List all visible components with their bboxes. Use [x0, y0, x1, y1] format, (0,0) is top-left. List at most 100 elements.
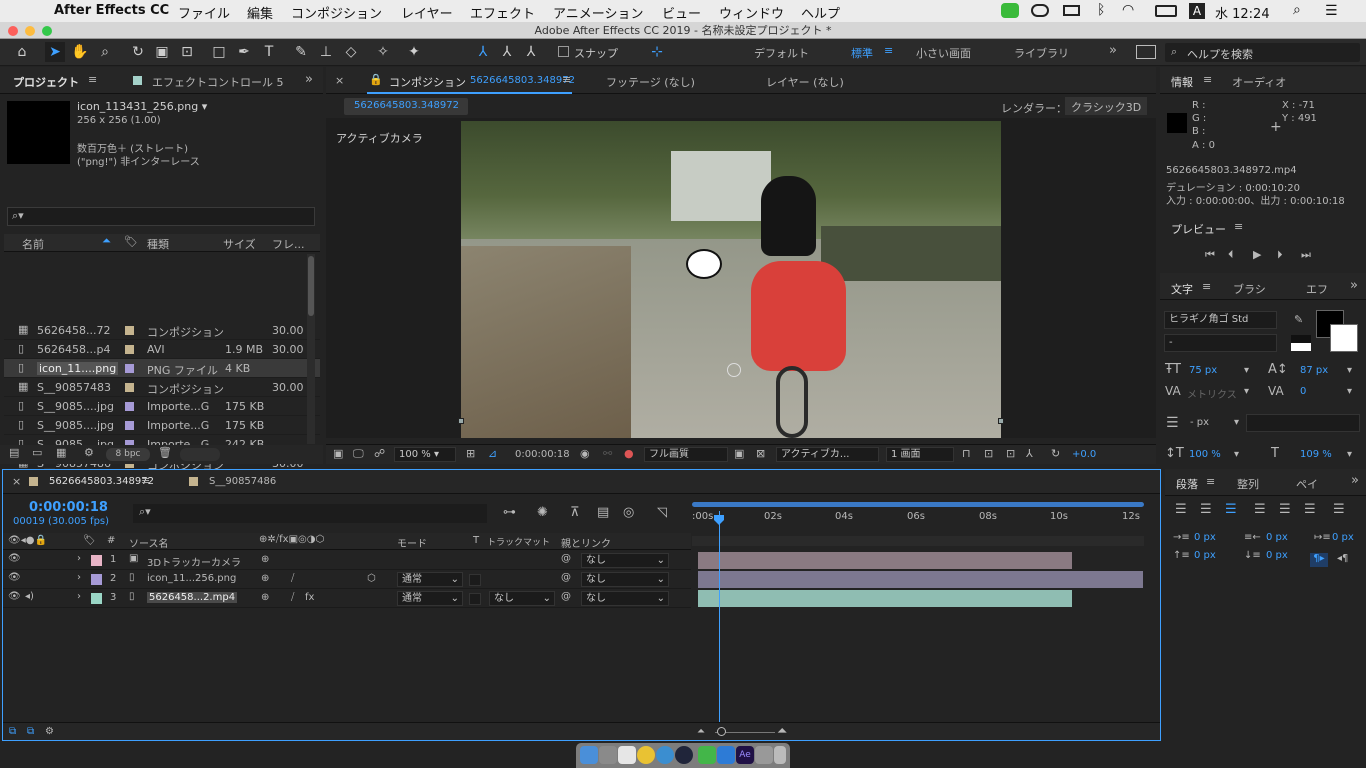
timeline-search-input[interactable]: ⌕▾	[133, 504, 487, 523]
composition-panel-menu-icon[interactable]: ≡	[562, 73, 571, 86]
close-tab-icon[interactable]: ×	[335, 74, 344, 87]
project-item-row[interactable]: ▯ S__9085....jpg Importe...G 175 KB	[4, 416, 320, 435]
parent-dropdown[interactable]: なし ⌄	[581, 553, 669, 568]
zoom-slider-thumb[interactable]	[717, 727, 726, 736]
expand-arrow-icon[interactable]: ›	[77, 591, 81, 602]
line-app-icon[interactable]	[698, 746, 716, 764]
renderer-button[interactable]: クラシック3D	[1065, 97, 1147, 115]
character-panel-menu-icon[interactable]: ≡	[1202, 280, 1211, 293]
transparency-grid-icon[interactable]: ⊠	[756, 447, 765, 460]
camera-view-dropdown[interactable]: アクティブカ...	[776, 447, 879, 462]
tab-align[interactable]: 整列	[1237, 476, 1259, 492]
line-icon[interactable]	[1001, 3, 1019, 18]
vertical-scale-dropdown-icon[interactable]: ▾	[1234, 449, 1239, 460]
sort-ascending-icon[interactable]: ⏶	[102, 234, 111, 248]
eye-icon[interactable]: 👁	[8, 553, 21, 564]
expand-arrow-icon[interactable]: ›	[77, 553, 81, 564]
parent-dropdown[interactable]: なし ⌄	[581, 572, 669, 587]
camera-tool-icon[interactable]: ▣	[152, 42, 172, 62]
anchor-point-icon[interactable]	[727, 363, 741, 377]
rotate-tool-icon[interactable]: ↻	[128, 42, 148, 62]
handle-left[interactable]	[458, 418, 464, 424]
trash-dock-icon[interactable]	[774, 746, 786, 764]
col-parent-link[interactable]: 親とリンク	[561, 535, 611, 550]
mask-view-icon[interactable]: ☍	[374, 447, 385, 460]
resolution-dropdown[interactable]: フル画質	[644, 447, 728, 462]
project-item-row[interactable]: ▯ icon_11....png PNG ファイル 4 KB	[4, 359, 320, 378]
last-frame-icon[interactable]: ⏭	[1301, 248, 1311, 262]
stroke-width-value[interactable]: - px	[1190, 417, 1209, 428]
align-right-icon[interactable]: ☰	[1225, 502, 1237, 517]
timeline-panel-menu-icon[interactable]: ≡	[141, 474, 150, 487]
home-icon[interactable]: ⌂	[12, 42, 32, 62]
tab-composition-name[interactable]: 5626645803.348972	[470, 75, 575, 86]
notification-center-icon[interactable]: ☰	[1325, 3, 1338, 19]
justify-left-icon[interactable]: ☰	[1254, 502, 1266, 517]
pick-whip-icon[interactable]: @	[561, 591, 571, 602]
layer-label-swatch[interactable]	[91, 555, 102, 566]
shy-switch-icon[interactable]: ⊕	[261, 554, 269, 565]
stroke-color-swatch[interactable]	[1330, 324, 1358, 352]
current-time-indicator[interactable]	[719, 511, 720, 723]
fast-previews-2-icon[interactable]: ⊡	[984, 447, 993, 460]
col-t[interactable]: T	[473, 535, 479, 546]
zoom-in-icon[interactable]: ⏶	[777, 724, 787, 739]
tab-composition-label[interactable]: コンポジション	[389, 74, 466, 90]
project-item-row[interactable]: ▯ 5626458...p4 AVI 1.9 MB 30.00	[4, 340, 320, 359]
modes-toggle-icon[interactable]: ⧉	[27, 726, 34, 737]
after-effects-icon[interactable]: Ae	[736, 746, 754, 764]
lock-icon[interactable]: 🔒	[369, 73, 383, 86]
shy-switch-icon[interactable]: ⊕	[261, 592, 269, 603]
new-folder-icon[interactable]: ▭	[32, 446, 42, 459]
font-size-dropdown-icon[interactable]: ▾	[1244, 365, 1249, 376]
timeline-icon[interactable]: ⊡	[1006, 447, 1015, 460]
in-out-toggle-icon[interactable]: ⚙	[45, 726, 54, 737]
blend-mode-dropdown[interactable]: 通常 ⌄	[397, 572, 463, 587]
shy-switch-icon[interactable]: ⊕	[261, 573, 269, 584]
pick-whip-icon[interactable]: @	[561, 572, 571, 583]
preview-app-icon[interactable]	[755, 746, 773, 764]
brush-tool-icon[interactable]: ✎	[291, 42, 311, 62]
indent-right-value[interactable]: 0 px	[1266, 532, 1288, 543]
tab-paragraph[interactable]: 段落	[1176, 476, 1198, 492]
tab-preview[interactable]: プレビュー	[1171, 221, 1226, 237]
paragraph-panel-menu-icon[interactable]: ≡	[1206, 475, 1215, 488]
always-preview-icon[interactable]: ▣	[333, 447, 343, 460]
project-item-row[interactable]: ▦ 5626458...72 コンポジション 30.00	[4, 321, 320, 340]
vertical-scale-value[interactable]: 100 %	[1189, 449, 1221, 460]
tab-effect-controls[interactable]: エフェクトコントロール 5	[152, 74, 284, 90]
label-swatch[interactable]	[125, 326, 134, 335]
stroke-width-dropdown-icon[interactable]: ▾	[1234, 417, 1239, 428]
menu-animation[interactable]: アニメーション	[553, 3, 643, 22]
previous-frame-icon[interactable]: ⏴	[1228, 248, 1234, 262]
layer-row[interactable]: 👁 › 2 ▯ icon_11...256.png ⊕ ⧸ ⬡ 通常 ⌄ @ なし ⌄	[3, 570, 691, 589]
menu-layer[interactable]: レイヤー	[401, 3, 453, 22]
col-frame[interactable]: フレ...	[272, 236, 305, 252]
eye-icon[interactable]: 👁	[8, 572, 21, 583]
motion-blur-icon[interactable]: ◎	[623, 505, 634, 520]
safe-margins-icon[interactable]: ⊞	[466, 447, 475, 460]
menu-composition[interactable]: コンポジション	[291, 3, 382, 22]
frame-blending-icon[interactable]: ▤	[597, 505, 609, 520]
audio-icon[interactable]: ◂)	[25, 591, 34, 602]
graph-editor-icon[interactable]: ◹	[657, 505, 667, 520]
indent-left-value[interactable]: 0 px	[1194, 532, 1216, 543]
expand-arrow-icon[interactable]: ›	[77, 572, 81, 583]
workspace-layout-icon[interactable]	[1136, 45, 1156, 59]
menu-help[interactable]: ヘルプ	[801, 3, 840, 22]
mail-icon[interactable]	[717, 746, 735, 764]
ltr-direction-icon[interactable]: ¶▸	[1310, 553, 1328, 567]
snapshot-icon[interactable]: ◉	[580, 447, 590, 460]
tab-effects-presets[interactable]: エフ	[1306, 281, 1328, 297]
more-tabs-icon[interactable]: »	[1350, 278, 1358, 293]
work-area-bar[interactable]	[692, 502, 1144, 507]
tab-project[interactable]: プロジェクト	[13, 74, 79, 90]
channel-icon[interactable]: ●	[624, 447, 634, 460]
col-name[interactable]: 名前	[22, 236, 44, 252]
layer-row[interactable]: 👁 ◂) › 3 ▯ 5626458...2.mp4 ⊕ ⧸ fx 通常 ⌄ なし ⌄ @ なし ⌄	[3, 589, 691, 608]
shy-layers-icon[interactable]: ⊼	[570, 505, 580, 520]
viewer-area[interactable]: アクティブカメラ	[326, 118, 1156, 438]
blend-mode-dropdown[interactable]: 通常 ⌄	[397, 591, 463, 606]
layer-duration-bar[interactable]	[698, 552, 1072, 569]
horizontal-scale-dropdown-icon[interactable]: ▾	[1347, 449, 1352, 460]
